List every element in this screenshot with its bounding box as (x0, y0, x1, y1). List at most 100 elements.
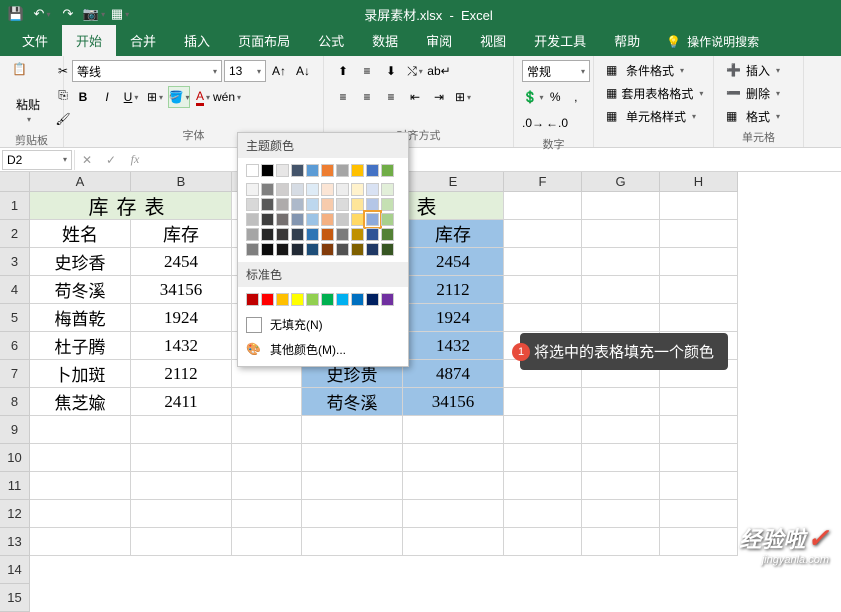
color-swatch[interactable] (306, 198, 319, 211)
cell[interactable] (504, 416, 582, 444)
underline-button[interactable]: U▾ (120, 86, 142, 108)
cell[interactable]: 杜子腾 (30, 332, 131, 360)
cell[interactable] (582, 304, 660, 332)
cell[interactable] (302, 416, 403, 444)
save-icon[interactable]: 💾 (8, 6, 24, 22)
row-header[interactable]: 3 (0, 248, 30, 276)
cell[interactable] (131, 500, 232, 528)
insert-cells-button[interactable]: ➕插入▾ (722, 60, 795, 81)
conditional-format-button[interactable]: ▦条件格式▾ (602, 60, 705, 81)
color-swatch[interactable] (261, 293, 274, 306)
color-swatch[interactable] (306, 243, 319, 256)
color-swatch[interactable] (366, 164, 379, 177)
cell[interactable]: 1924 (131, 304, 232, 332)
color-swatch[interactable] (381, 213, 394, 226)
border-button[interactable]: ⊞▾ (144, 86, 166, 108)
delete-cells-button[interactable]: ➖删除▾ (722, 83, 795, 104)
cell[interactable] (403, 416, 504, 444)
color-swatch[interactable] (291, 243, 304, 256)
color-swatch[interactable] (276, 243, 289, 256)
cell[interactable] (582, 388, 660, 416)
cell[interactable] (504, 192, 582, 220)
cell[interactable]: 1924 (403, 304, 504, 332)
cell-style-button[interactable]: ▦单元格样式▾ (602, 106, 705, 127)
cell[interactable] (30, 528, 131, 556)
cell[interactable] (232, 388, 302, 416)
color-swatch[interactable] (306, 183, 319, 196)
table-format-button[interactable]: ▦套用表格格式▾ (602, 83, 705, 104)
color-swatch[interactable] (261, 164, 274, 177)
cell[interactable] (302, 500, 403, 528)
color-swatch[interactable] (351, 228, 364, 241)
cell[interactable] (302, 444, 403, 472)
select-all-corner[interactable] (0, 172, 30, 192)
tab-view[interactable]: 视图 (466, 25, 520, 56)
cell[interactable] (30, 444, 131, 472)
color-swatch[interactable] (246, 293, 259, 306)
cell[interactable] (660, 528, 738, 556)
cell[interactable] (660, 276, 738, 304)
cell[interactable] (504, 444, 582, 472)
cell[interactable] (232, 528, 302, 556)
color-swatch[interactable] (246, 228, 259, 241)
color-swatch[interactable] (276, 293, 289, 306)
wrap-text-icon[interactable]: ab↵ (428, 60, 450, 82)
color-swatch[interactable] (336, 213, 349, 226)
cell[interactable] (504, 248, 582, 276)
row-header[interactable]: 9 (0, 416, 30, 444)
row-header[interactable]: 1 (0, 192, 30, 220)
cell[interactable]: 34156 (131, 276, 232, 304)
tab-review[interactable]: 审阅 (412, 25, 466, 56)
cell[interactable]: 苟冬溪 (30, 276, 131, 304)
color-swatch[interactable] (336, 164, 349, 177)
paste-button[interactable]: 📋 粘贴 ▾ (8, 60, 48, 126)
increase-indent-icon[interactable]: ⇥ (428, 86, 450, 108)
cell[interactable] (660, 192, 738, 220)
color-swatch[interactable] (291, 198, 304, 211)
row-header[interactable]: 11 (0, 472, 30, 500)
color-swatch[interactable] (351, 198, 364, 211)
row-header[interactable]: 14 (0, 556, 30, 584)
color-swatch[interactable] (261, 243, 274, 256)
font-size-combo[interactable]: 13▾ (224, 60, 266, 82)
cell[interactable] (504, 500, 582, 528)
increase-decimal-icon[interactable]: .0→ (522, 112, 544, 134)
cell[interactable] (660, 220, 738, 248)
tab-help[interactable]: 帮助 (600, 25, 654, 56)
color-swatch[interactable] (246, 183, 259, 196)
color-swatch[interactable] (276, 164, 289, 177)
cell[interactable] (504, 528, 582, 556)
cell[interactable] (660, 416, 738, 444)
cell[interactable]: 焦芝婾 (30, 388, 131, 416)
tab-data[interactable]: 数据 (358, 25, 412, 56)
row-header[interactable]: 6 (0, 332, 30, 360)
row-header[interactable]: 2 (0, 220, 30, 248)
color-swatch[interactable] (261, 198, 274, 211)
cell[interactable] (582, 500, 660, 528)
color-swatch[interactable] (366, 213, 379, 226)
cell[interactable]: 1432 (403, 332, 504, 360)
row-header[interactable]: 10 (0, 444, 30, 472)
col-header-B[interactable]: B (131, 172, 232, 192)
cell[interactable] (582, 416, 660, 444)
italic-button[interactable]: I (96, 86, 118, 108)
font-color-button[interactable]: A▾ (192, 86, 214, 108)
phonetic-button[interactable]: wén▾ (216, 86, 238, 108)
cell[interactable] (232, 444, 302, 472)
color-swatch[interactable] (276, 183, 289, 196)
format-cells-button[interactable]: ▦格式▾ (722, 106, 795, 127)
color-swatch[interactable] (336, 243, 349, 256)
redo-icon[interactable]: ↷ (60, 6, 76, 22)
cell[interactable] (504, 304, 582, 332)
color-swatch[interactable] (276, 198, 289, 211)
cell[interactable] (403, 528, 504, 556)
more-colors-item[interactable]: 🎨 其他颜色(M)... (238, 337, 408, 362)
cell[interactable] (403, 472, 504, 500)
color-swatch[interactable] (261, 228, 274, 241)
tab-developer[interactable]: 开发工具 (520, 25, 600, 56)
cell[interactable] (660, 388, 738, 416)
color-swatch[interactable] (306, 293, 319, 306)
align-middle-icon[interactable]: ≡ (356, 60, 378, 82)
tab-merge[interactable]: 合并 (116, 25, 170, 56)
cell[interactable] (582, 444, 660, 472)
